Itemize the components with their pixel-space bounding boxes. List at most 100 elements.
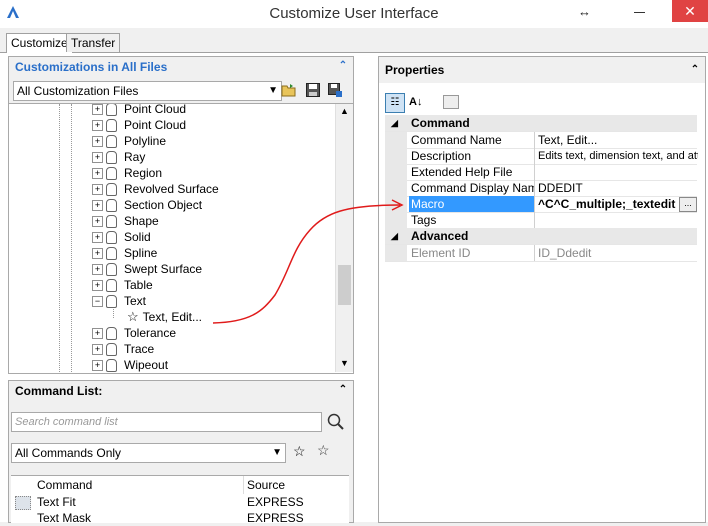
property-name: Macro — [409, 196, 535, 212]
property-value[interactable]: Text, Edit... — [536, 132, 698, 148]
command-list-header: Command List: ⌃ — [9, 381, 353, 401]
tree-item-point-cloud[interactable]: + Point Cloud — [92, 117, 186, 133]
resize-icon[interactable]: ↔ — [578, 4, 591, 19]
category-command[interactable]: ◢ Command — [385, 115, 697, 132]
tab-transfer[interactable]: Transfer — [66, 33, 121, 52]
command-list-panel: Command List: ⌃ Search command list All … — [8, 380, 354, 526]
expand-icon[interactable]: + — [92, 232, 103, 244]
command-search-input[interactable]: Search command list — [11, 412, 322, 432]
property-row-tags[interactable]: Tags — [385, 212, 697, 229]
expand-icon[interactable]: + — [92, 168, 103, 180]
close-button[interactable]: ✕ — [672, 0, 708, 22]
expand-icon[interactable]: + — [92, 248, 103, 260]
tree-item-label: Point Cloud — [124, 118, 187, 132]
command-filter-select[interactable]: All Commands Only ▼ — [11, 443, 286, 463]
property-pages-icon[interactable] — [443, 95, 459, 109]
collapse-triangle-icon[interactable]: ◢ — [391, 115, 398, 131]
property-row-element-id[interactable]: Element ID ID_Ddedit — [385, 245, 697, 262]
tree-guide-line — [59, 104, 60, 372]
collapse-icon[interactable]: ⌃ — [689, 64, 701, 76]
tree-item-table[interactable]: + Table — [92, 277, 153, 293]
property-row-extended-help[interactable]: Extended Help File — [385, 164, 697, 181]
property-name: Command Display Name — [411, 180, 535, 196]
tree-item-region[interactable]: + Region — [92, 165, 162, 181]
command-node-icon — [106, 279, 117, 293]
tree-item-point-cloud[interactable]: + Point Cloud — [92, 104, 186, 117]
scrollbar-thumb[interactable] — [338, 265, 351, 305]
tree-item-ray[interactable]: + Ray — [92, 149, 145, 165]
expand-icon[interactable]: + — [92, 184, 103, 196]
tree-item-spline[interactable]: + Spline — [92, 245, 157, 261]
tree-item-tolerance[interactable]: + Tolerance — [92, 325, 176, 341]
collapse-icon[interactable]: ⌃ — [337, 384, 349, 396]
tree-item-solid[interactable]: + Solid — [92, 229, 151, 245]
tree-scrollbar[interactable]: ▲ ▼ — [335, 104, 353, 372]
macro-browse-button[interactable]: ... — [679, 197, 697, 212]
expand-icon[interactable]: + — [92, 264, 103, 276]
tree-item-polyline[interactable]: + Polyline — [92, 133, 166, 149]
property-value[interactable]: DDEDIT — [536, 180, 698, 196]
command-node-icon — [106, 343, 117, 357]
expand-icon[interactable]: + — [92, 344, 103, 356]
scroll-down-icon[interactable]: ▼ — [340, 358, 349, 368]
category-advanced[interactable]: ◢ Advanced — [385, 228, 697, 245]
column-header-source[interactable]: Source — [247, 476, 285, 494]
expand-icon[interactable]: + — [92, 216, 103, 228]
tree-item-label: Swept Surface — [124, 262, 203, 276]
tree-item-text[interactable]: − Text — [92, 293, 146, 309]
expand-icon[interactable]: + — [92, 152, 103, 164]
collapse-node-icon[interactable]: − — [92, 296, 103, 308]
command-row-source: EXPRESS — [247, 511, 304, 525]
command-node-icon — [106, 263, 117, 277]
property-value[interactable]: Edits text, dimension text, and attr — [536, 148, 698, 164]
macro-value[interactable]: ^C^C_multiple;_textedit — [536, 196, 676, 212]
tree-item-text-edit[interactable]: ☆ Text, Edit... — [127, 309, 202, 325]
property-row-command-name[interactable]: Command Name Text, Edit... — [385, 132, 697, 149]
tree-item-section-object[interactable]: + Section Object — [92, 197, 202, 213]
property-row-macro[interactable]: Macro ^C^C_multiple;_textedit... — [385, 196, 697, 213]
minimize-button[interactable] — [628, 2, 652, 22]
expand-icon[interactable]: + — [92, 104, 103, 116]
command-node-icon — [106, 231, 117, 245]
property-row-display-name[interactable]: Command Display Name DDEDIT — [385, 180, 697, 197]
filter-star-search-icon[interactable]: ☆ — [293, 443, 306, 460]
tree-item-shape[interactable]: + Shape — [92, 213, 159, 229]
command-row-name[interactable]: Text Fit — [37, 494, 76, 510]
collapse-icon[interactable]: ⌃ — [337, 60, 349, 72]
tree-item-wipeout[interactable]: + Wipeout — [92, 357, 168, 373]
new-command-icon[interactable]: ☆ — [317, 442, 330, 459]
tree-item-label: Text, Edit... — [142, 310, 203, 324]
categorized-view-icon[interactable]: ☷ — [385, 93, 405, 113]
expand-icon[interactable]: + — [92, 136, 103, 148]
scroll-up-icon[interactable]: ▲ — [340, 106, 349, 116]
row-gutter — [385, 196, 407, 212]
tree-item-revolved-surface[interactable]: + Revolved Surface — [92, 181, 219, 197]
tree-item-swept-surface[interactable]: + Swept Surface — [92, 261, 202, 277]
customizations-panel: Customizations in All Files ⌃ All Custom… — [8, 56, 354, 374]
tree-item-label: Shape — [124, 214, 159, 228]
save-as-icon[interactable] — [327, 82, 343, 98]
column-header-command[interactable]: Command — [37, 476, 92, 494]
command-row-name[interactable]: Text Mask — [37, 510, 91, 526]
expand-icon[interactable]: + — [92, 328, 103, 340]
row-gutter — [385, 148, 407, 164]
property-name: Description — [409, 148, 535, 164]
expand-icon[interactable]: + — [92, 360, 103, 372]
window-title: Customize User Interface — [269, 5, 439, 22]
minimize-icon — [634, 12, 645, 13]
open-folder-icon[interactable] — [281, 82, 297, 98]
expand-icon[interactable]: + — [92, 200, 103, 212]
property-row-description[interactable]: Description Edits text, dimension text, a… — [385, 148, 698, 165]
command-node-icon — [106, 199, 117, 213]
tab-customize[interactable]: Customize — [6, 33, 73, 53]
expand-icon[interactable]: + — [92, 120, 103, 132]
file-select-value: All Customization Files — [17, 84, 139, 98]
row-gutter — [385, 212, 407, 228]
alphabetical-sort-icon[interactable]: A↓ — [409, 93, 422, 111]
tree-item-trace[interactable]: + Trace — [92, 341, 154, 357]
collapse-triangle-icon[interactable]: ◢ — [391, 228, 398, 244]
customization-file-select[interactable]: All Customization Files ▼ — [13, 81, 282, 101]
search-icon[interactable] — [327, 413, 345, 431]
expand-icon[interactable]: + — [92, 280, 103, 292]
save-icon[interactable] — [305, 82, 321, 98]
